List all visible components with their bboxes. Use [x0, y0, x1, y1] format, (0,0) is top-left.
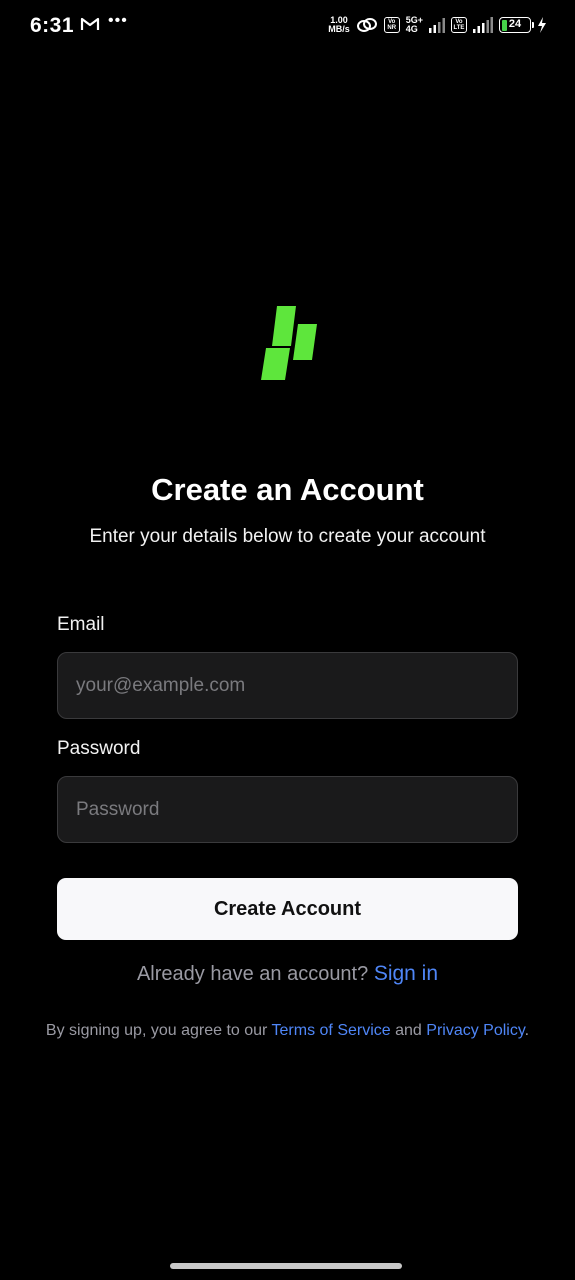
network-speed: 1.00 MB/s — [328, 16, 350, 34]
network-speed-unit: MB/s — [328, 24, 350, 34]
more-dots-icon: ••• — [108, 12, 128, 29]
status-time: 6:31 — [30, 14, 75, 37]
email-label: Email — [57, 614, 105, 635]
page-subtitle: Enter your details below to create your … — [89, 526, 486, 547]
battery-nub — [532, 22, 534, 28]
status-left-icons: ••• — [80, 12, 128, 32]
sign-in-link[interactable]: Sign in — [374, 962, 438, 985]
battery-icon: 24 — [499, 17, 534, 33]
status-bar: 6:31 ••• 1.00 MB/s Vo NR 5G+ 4G Vo LTE 2… — [0, 0, 575, 56]
app-logo — [258, 304, 318, 382]
volte-badge-2: Vo LTE — [451, 17, 467, 33]
volte-badge-2-bottom: LTE — [453, 25, 465, 31]
terms-and: and — [390, 1022, 427, 1039]
battery-level: 24 — [508, 18, 522, 30]
network-type: 5G+ 4G — [406, 16, 423, 34]
link-icon — [356, 16, 378, 34]
signin-row: Already have an account? Sign in — [0, 962, 575, 986]
email-field[interactable] — [57, 652, 518, 719]
create-account-button[interactable]: Create Account — [57, 878, 518, 940]
terms-suffix: . — [524, 1022, 530, 1039]
network-type-sub: 4G — [405, 24, 418, 34]
signal-icon — [429, 17, 445, 33]
gmail-icon — [80, 16, 100, 32]
charging-bolt-icon — [537, 17, 547, 33]
page-title: Create an Account — [151, 472, 424, 507]
terms-of-service-link[interactable]: Terms of Service — [272, 1022, 391, 1039]
home-indicator[interactable] — [170, 1263, 402, 1269]
password-label: Password — [57, 738, 141, 759]
password-field[interactable] — [57, 776, 518, 843]
signal-icon-2 — [473, 17, 493, 33]
privacy-policy-link[interactable]: Privacy Policy — [426, 1022, 524, 1039]
volte-badge-1-bottom: NR — [387, 25, 397, 31]
signin-prompt: Already have an account? — [136, 963, 369, 985]
terms-prefix: By signing up, you agree to our — [45, 1022, 272, 1039]
terms-notice: By signing up, you agree to our Terms of… — [0, 1022, 575, 1040]
status-right-icons: 1.00 MB/s Vo NR 5G+ 4G Vo LTE 24 — [328, 16, 547, 34]
volte-badge-1: Vo NR — [383, 17, 400, 33]
